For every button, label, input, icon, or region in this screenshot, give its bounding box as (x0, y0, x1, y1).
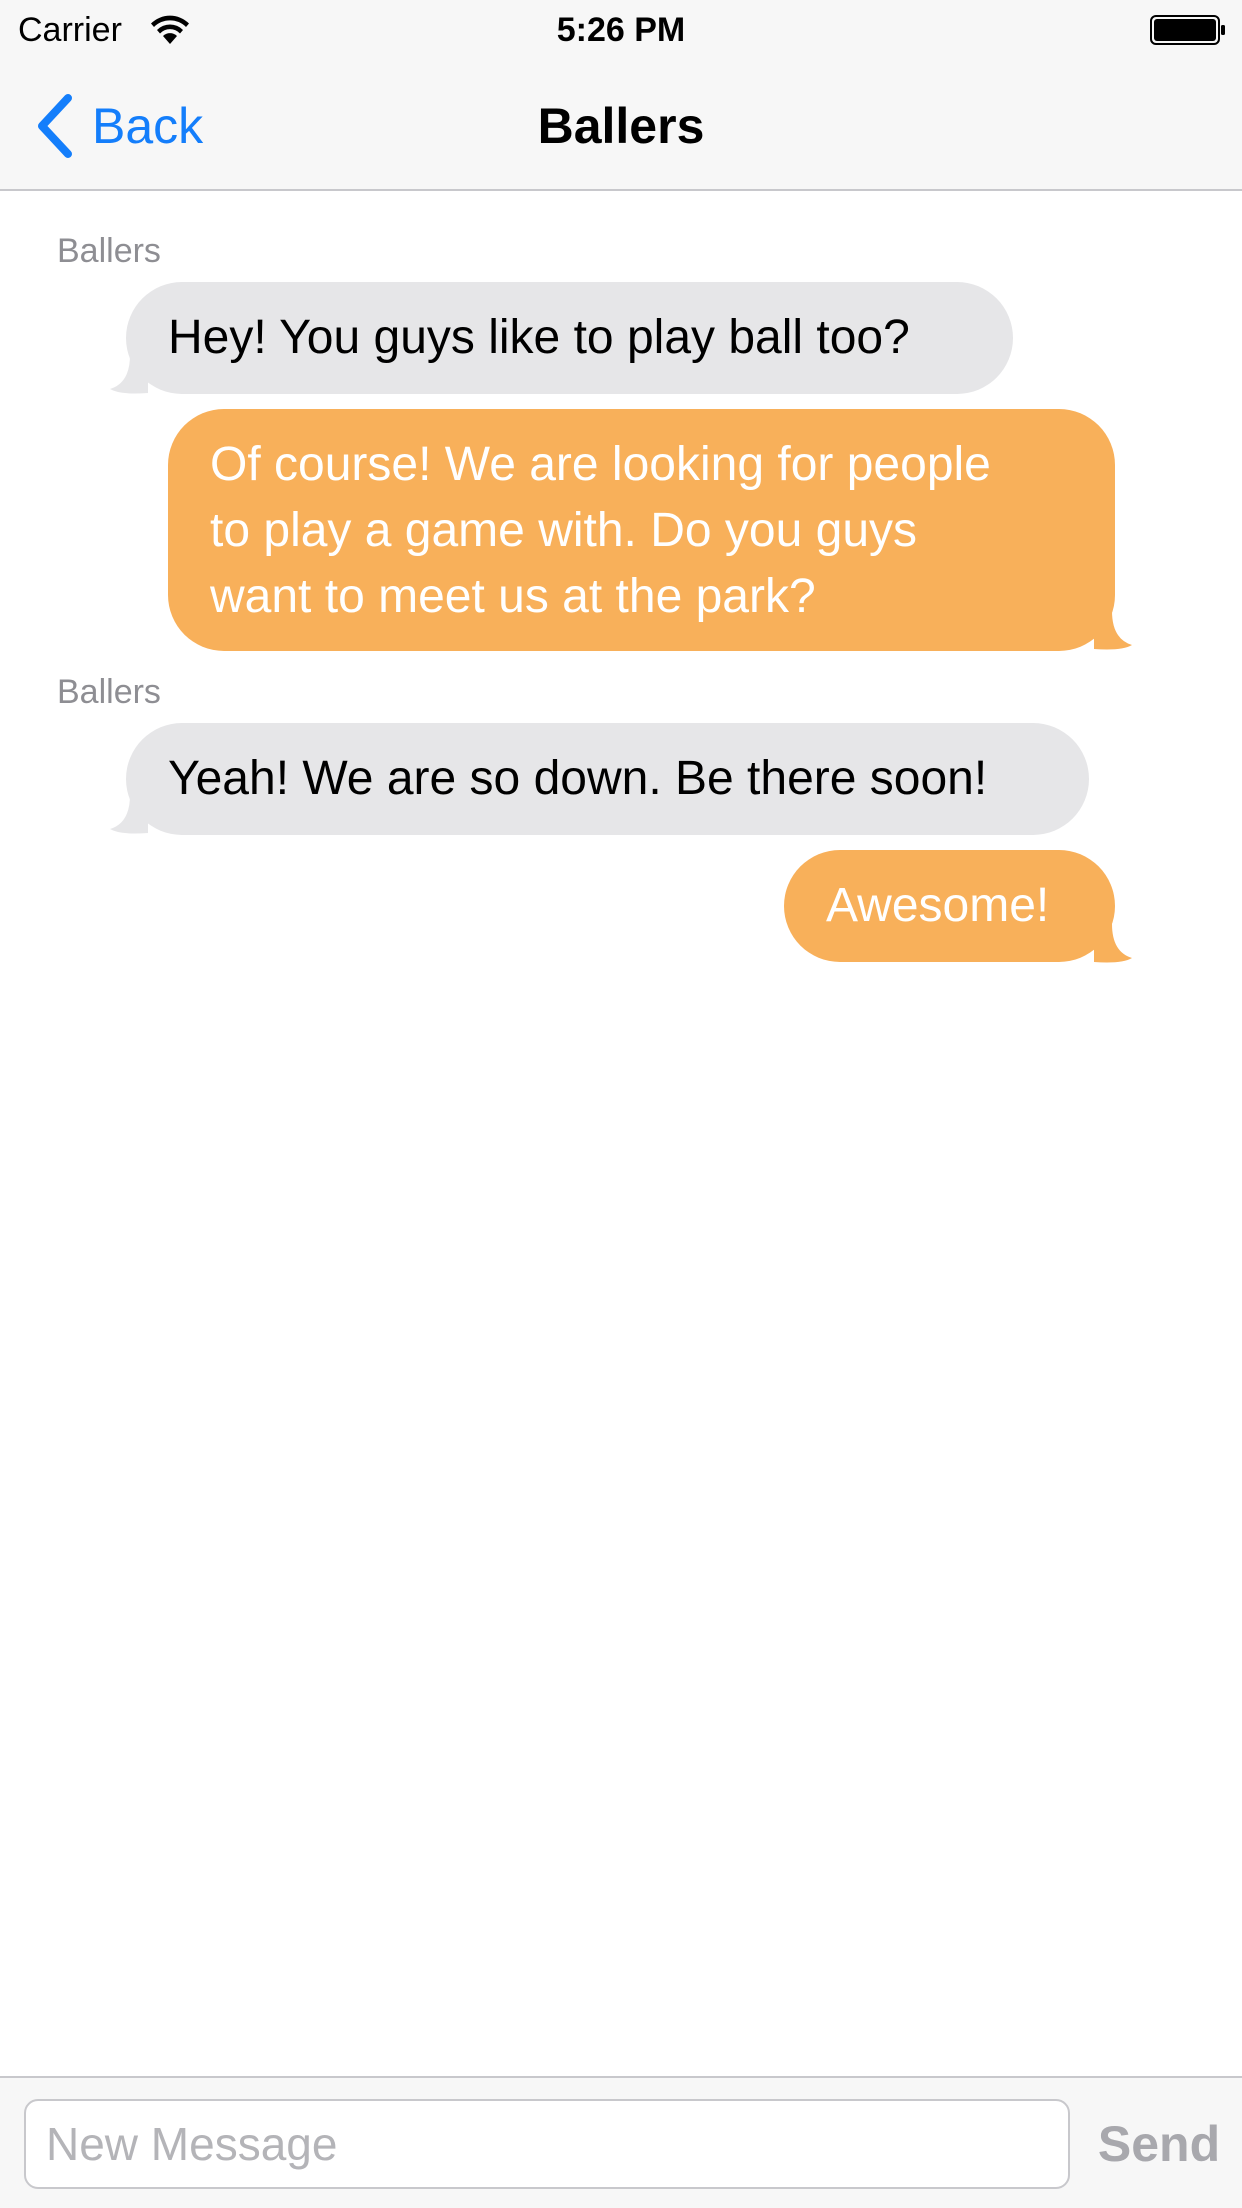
message-bubble[interactable]: Awesome! (784, 850, 1115, 962)
send-button[interactable]: Send (1094, 2099, 1224, 2189)
battery-icon (1150, 15, 1225, 45)
message-bubble[interactable]: Yeah! We are so down. Be there soon! (126, 723, 1089, 835)
clock: 5:26 PM (556, 11, 686, 49)
page-title: Ballers (537, 98, 705, 154)
message-text-line: want to meet us at the park? (210, 570, 816, 623)
message-text-line: Of course! We are looking for people (210, 438, 991, 491)
sender-name: Ballers (57, 673, 161, 711)
message-input[interactable] (24, 2099, 1070, 2189)
message-text: Hey! You guys like to play ball too? (168, 311, 910, 364)
message-text: Awesome! (826, 879, 1050, 932)
message-text-line: to play a game with. Do you guys (210, 504, 918, 557)
message-text: Yeah! We are so down. Be there soon! (168, 752, 988, 805)
message-list: Ballers Hey! You guys like to play ball … (0, 191, 1242, 2076)
composer-bar: Send (0, 2076, 1242, 2208)
sender-name: Ballers (57, 232, 161, 270)
navigation-bar: Back Ballers (0, 60, 1242, 191)
message-bubble[interactable]: Of course! We are looking for people to … (168, 409, 1115, 651)
status-bar: Carrier 5:26 PM (0, 0, 1242, 60)
message-bubble[interactable]: Hey! You guys like to play ball too? (126, 282, 1013, 394)
